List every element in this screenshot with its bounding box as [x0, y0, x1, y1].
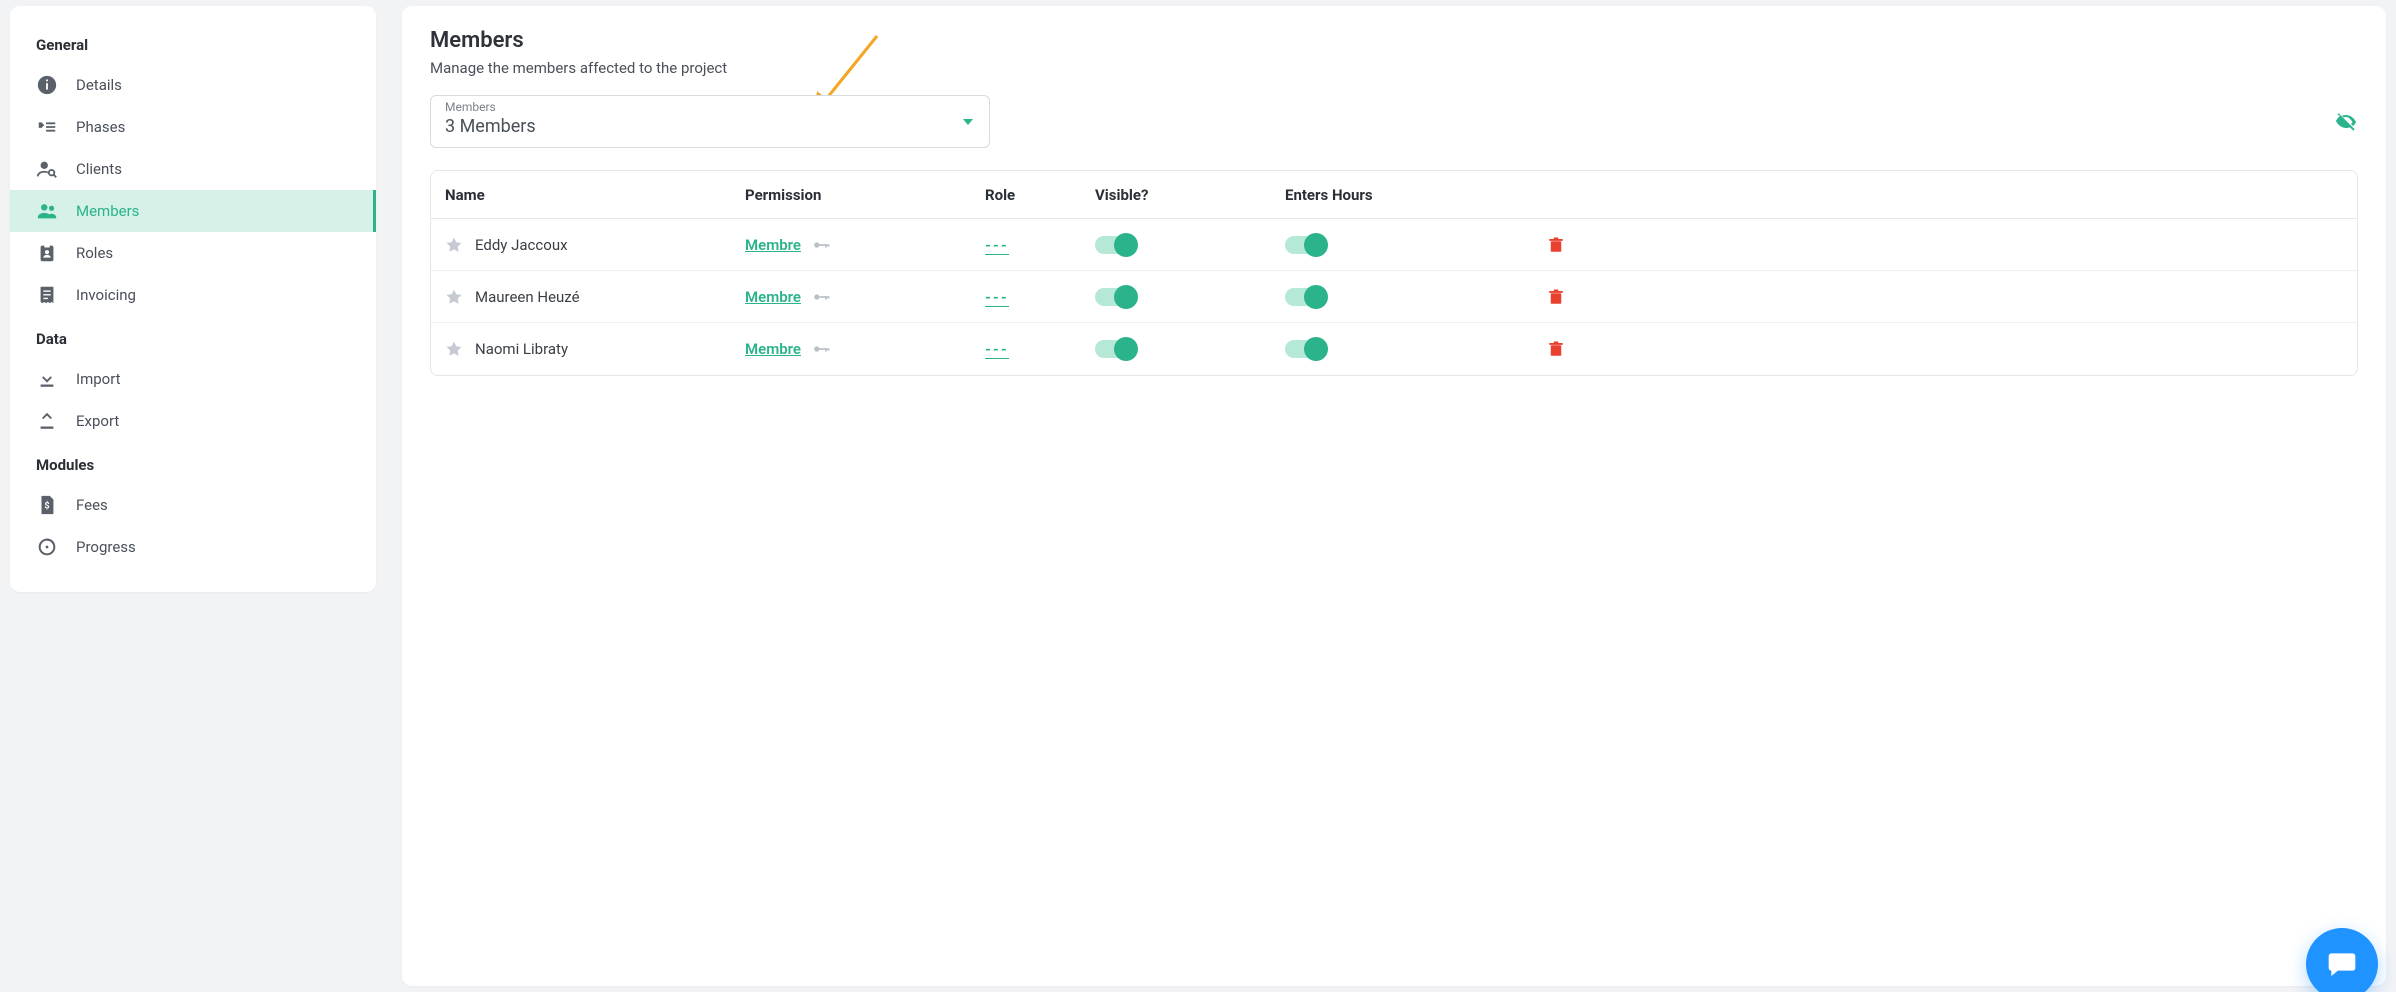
sidebar-item-export[interactable]: Export — [10, 400, 376, 442]
table-row: Maureen Heuzé Membre --- — [431, 271, 2357, 323]
upload-icon — [36, 410, 58, 432]
sidebar-item-label: Import — [76, 370, 121, 388]
star-icon[interactable] — [445, 340, 463, 358]
col-name: Name — [445, 186, 745, 204]
col-visible: Visible? — [1095, 186, 1285, 204]
sidebar-item-fees[interactable]: $ Fees — [10, 484, 376, 526]
sidebar-item-label: Invoicing — [76, 286, 136, 304]
enters-hours-toggle[interactable] — [1285, 340, 1325, 358]
sidebar-item-members[interactable]: Members — [10, 190, 376, 232]
sidebar-item-label: Members — [76, 202, 139, 220]
permission-link[interactable]: Membre — [745, 340, 801, 358]
page-subtitle: Manage the members affected to the proje… — [430, 59, 2358, 77]
sidebar-section-data: Data — [10, 316, 376, 358]
col-permission: Permission — [745, 186, 985, 204]
progress-icon — [36, 536, 58, 558]
chat-fab[interactable] — [2306, 928, 2378, 992]
col-role: Role — [985, 186, 1095, 204]
visibility-off-icon[interactable] — [2334, 110, 2358, 134]
sidebar: General Details Phases Clients Members — [10, 6, 376, 592]
badge-icon — [36, 242, 58, 264]
sidebar-item-label: Phases — [76, 118, 125, 136]
receipt-icon — [36, 284, 58, 306]
member-name: Naomi Libraty — [475, 340, 568, 358]
person-search-icon — [36, 158, 58, 180]
page-title: Members — [430, 28, 2358, 53]
table-row: Naomi Libraty Membre --- — [431, 323, 2357, 375]
sidebar-item-label: Export — [76, 412, 119, 430]
select-label: Members — [445, 100, 975, 114]
sidebar-item-phases[interactable]: Phases — [10, 106, 376, 148]
sidebar-item-progress[interactable]: Progress — [10, 526, 376, 568]
sidebar-item-clients[interactable]: Clients — [10, 148, 376, 190]
download-icon — [36, 368, 58, 390]
role-link[interactable]: --- — [985, 340, 1009, 359]
permission-link[interactable]: Membre — [745, 236, 801, 254]
chevron-down-icon — [963, 119, 973, 125]
visible-toggle[interactable] — [1095, 288, 1135, 306]
sidebar-item-details[interactable]: Details — [10, 64, 376, 106]
main-panel: Members Manage the members affected to t… — [402, 6, 2386, 986]
svg-text:$: $ — [44, 501, 49, 512]
sidebar-item-label: Clients — [76, 160, 122, 178]
delete-button[interactable] — [1505, 235, 1565, 255]
sidebar-item-import[interactable]: Import — [10, 358, 376, 400]
phases-icon — [36, 116, 58, 138]
sidebar-item-label: Details — [76, 76, 122, 94]
members-select[interactable]: Members 3 Members — [430, 95, 990, 148]
role-link[interactable]: --- — [985, 236, 1009, 255]
sidebar-item-roles[interactable]: Roles — [10, 232, 376, 274]
visible-toggle[interactable] — [1095, 340, 1135, 358]
sidebar-item-label: Fees — [76, 496, 108, 514]
col-enters-hours: Enters Hours — [1285, 186, 1505, 204]
key-icon — [811, 287, 831, 307]
visible-toggle[interactable] — [1095, 236, 1135, 254]
sidebar-section-modules: Modules — [10, 442, 376, 484]
members-table: Name Permission Role Visible? Enters Hou… — [430, 170, 2358, 376]
enters-hours-toggle[interactable] — [1285, 236, 1325, 254]
people-icon — [36, 200, 58, 222]
enters-hours-toggle[interactable] — [1285, 288, 1325, 306]
delete-button[interactable] — [1505, 287, 1565, 307]
delete-button[interactable] — [1505, 339, 1565, 359]
key-icon — [811, 235, 831, 255]
sidebar-item-invoicing[interactable]: Invoicing — [10, 274, 376, 316]
sidebar-item-label: Progress — [76, 538, 136, 556]
star-icon[interactable] — [445, 236, 463, 254]
member-name: Eddy Jaccoux — [475, 236, 568, 254]
sidebar-section-general: General — [10, 22, 376, 64]
money-file-icon: $ — [36, 494, 58, 516]
info-icon — [36, 74, 58, 96]
star-icon[interactable] — [445, 288, 463, 306]
sidebar-item-label: Roles — [76, 244, 113, 262]
key-icon — [811, 339, 831, 359]
select-value: 3 Members — [445, 116, 975, 137]
table-header: Name Permission Role Visible? Enters Hou… — [431, 171, 2357, 219]
member-name: Maureen Heuzé — [475, 288, 580, 306]
role-link[interactable]: --- — [985, 288, 1009, 307]
table-row: Eddy Jaccoux Membre --- — [431, 219, 2357, 271]
permission-link[interactable]: Membre — [745, 288, 801, 306]
